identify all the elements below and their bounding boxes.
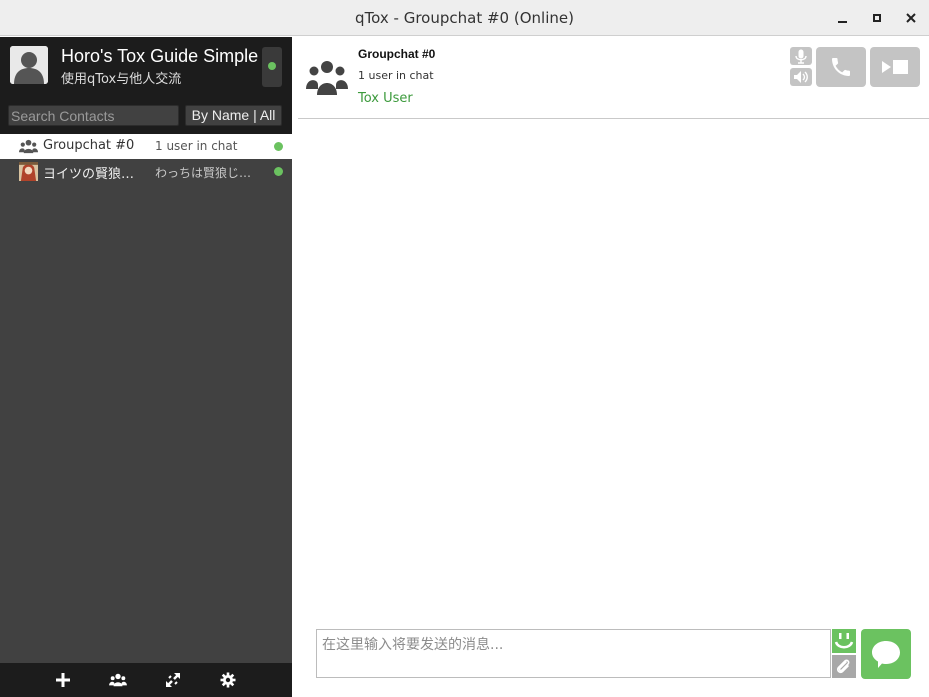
qtox-window: qTox - Groupchat #0 (Online) Horo's Tox … xyxy=(0,0,929,697)
chat-subtitle: 1 user in chat xyxy=(358,69,434,82)
paperclip-icon xyxy=(836,659,850,673)
contact-status: 1 user in chat xyxy=(155,139,238,153)
contacts-panel: Horo's Tox Guide Simple 使用qTox与他人交流 By N… xyxy=(0,37,292,697)
video-camera-icon xyxy=(882,60,908,74)
emoji-button[interactable] xyxy=(832,629,856,653)
avatar[interactable] xyxy=(10,46,48,84)
video-call-button[interactable] xyxy=(870,47,920,87)
contact-status: わっちは賢狼じ… xyxy=(155,166,252,180)
add-friend-icon xyxy=(56,673,70,687)
file-transfer-button[interactable] xyxy=(163,670,183,690)
chat-title[interactable]: Groupchat #0 xyxy=(358,47,435,61)
contact-list: Groupchat #0 1 user in chat ヨイツの賢狼… わっちは… xyxy=(0,134,292,184)
profile-name[interactable]: Horo's Tox Guide Simple xyxy=(61,46,258,67)
contact-item-groupchat[interactable]: Groupchat #0 1 user in chat xyxy=(0,134,292,159)
speech-bubble-icon xyxy=(872,641,900,668)
online-status-icon xyxy=(274,142,283,151)
group-avatar-icon xyxy=(306,61,348,95)
smiley-icon xyxy=(834,633,854,649)
window-title: qTox - Groupchat #0 (Online) xyxy=(355,9,574,27)
close-button[interactable] xyxy=(901,8,921,28)
settings-button[interactable] xyxy=(218,670,238,690)
contact-name: ヨイツの賢狼… xyxy=(43,167,135,182)
search-row: By Name | All xyxy=(0,97,292,134)
profile-header: Horo's Tox Guide Simple 使用qTox与他人交流 xyxy=(0,37,292,97)
volume-button[interactable] xyxy=(790,68,812,86)
online-status-icon xyxy=(268,62,276,70)
profile-status-message[interactable]: 使用qTox与他人交流 xyxy=(61,68,181,87)
create-group-button[interactable] xyxy=(108,670,128,690)
contact-item-friend[interactable]: ヨイツの賢狼… わっちは賢狼じ… xyxy=(0,159,292,184)
group-icon xyxy=(19,139,38,154)
friend-avatar-icon xyxy=(19,162,38,181)
status-button[interactable] xyxy=(262,47,282,87)
search-input[interactable] xyxy=(8,105,179,126)
user-avatar-icon xyxy=(10,46,48,84)
chat-header: Groupchat #0 1 user in chat Tox User xyxy=(298,37,929,119)
minimize-icon xyxy=(837,21,847,23)
title-bar: qTox - Groupchat #0 (Online) xyxy=(0,0,929,36)
member-name[interactable]: Tox User xyxy=(358,91,413,106)
sidebar-bottom-bar xyxy=(0,663,292,697)
minimize-button[interactable] xyxy=(832,8,852,28)
attach-file-button[interactable] xyxy=(832,655,856,678)
speaker-icon xyxy=(793,71,808,83)
create-group-icon xyxy=(109,673,127,687)
message-input[interactable] xyxy=(316,629,831,678)
contact-filter-button[interactable]: By Name | All xyxy=(185,105,282,126)
audio-call-button[interactable] xyxy=(816,47,866,87)
phone-icon xyxy=(832,58,850,76)
chat-messages-area[interactable] xyxy=(298,120,929,620)
add-friend-button[interactable] xyxy=(53,670,73,690)
close-icon xyxy=(906,13,916,23)
file-transfer-icon xyxy=(166,673,180,687)
contact-name: Groupchat #0 xyxy=(43,138,135,153)
online-status-icon xyxy=(274,167,283,176)
settings-icon xyxy=(220,672,236,688)
send-button[interactable] xyxy=(861,629,911,679)
microphone-button[interactable] xyxy=(790,47,812,65)
maximize-button[interactable] xyxy=(867,8,887,28)
maximize-icon xyxy=(873,14,881,22)
microphone-icon xyxy=(795,49,807,64)
